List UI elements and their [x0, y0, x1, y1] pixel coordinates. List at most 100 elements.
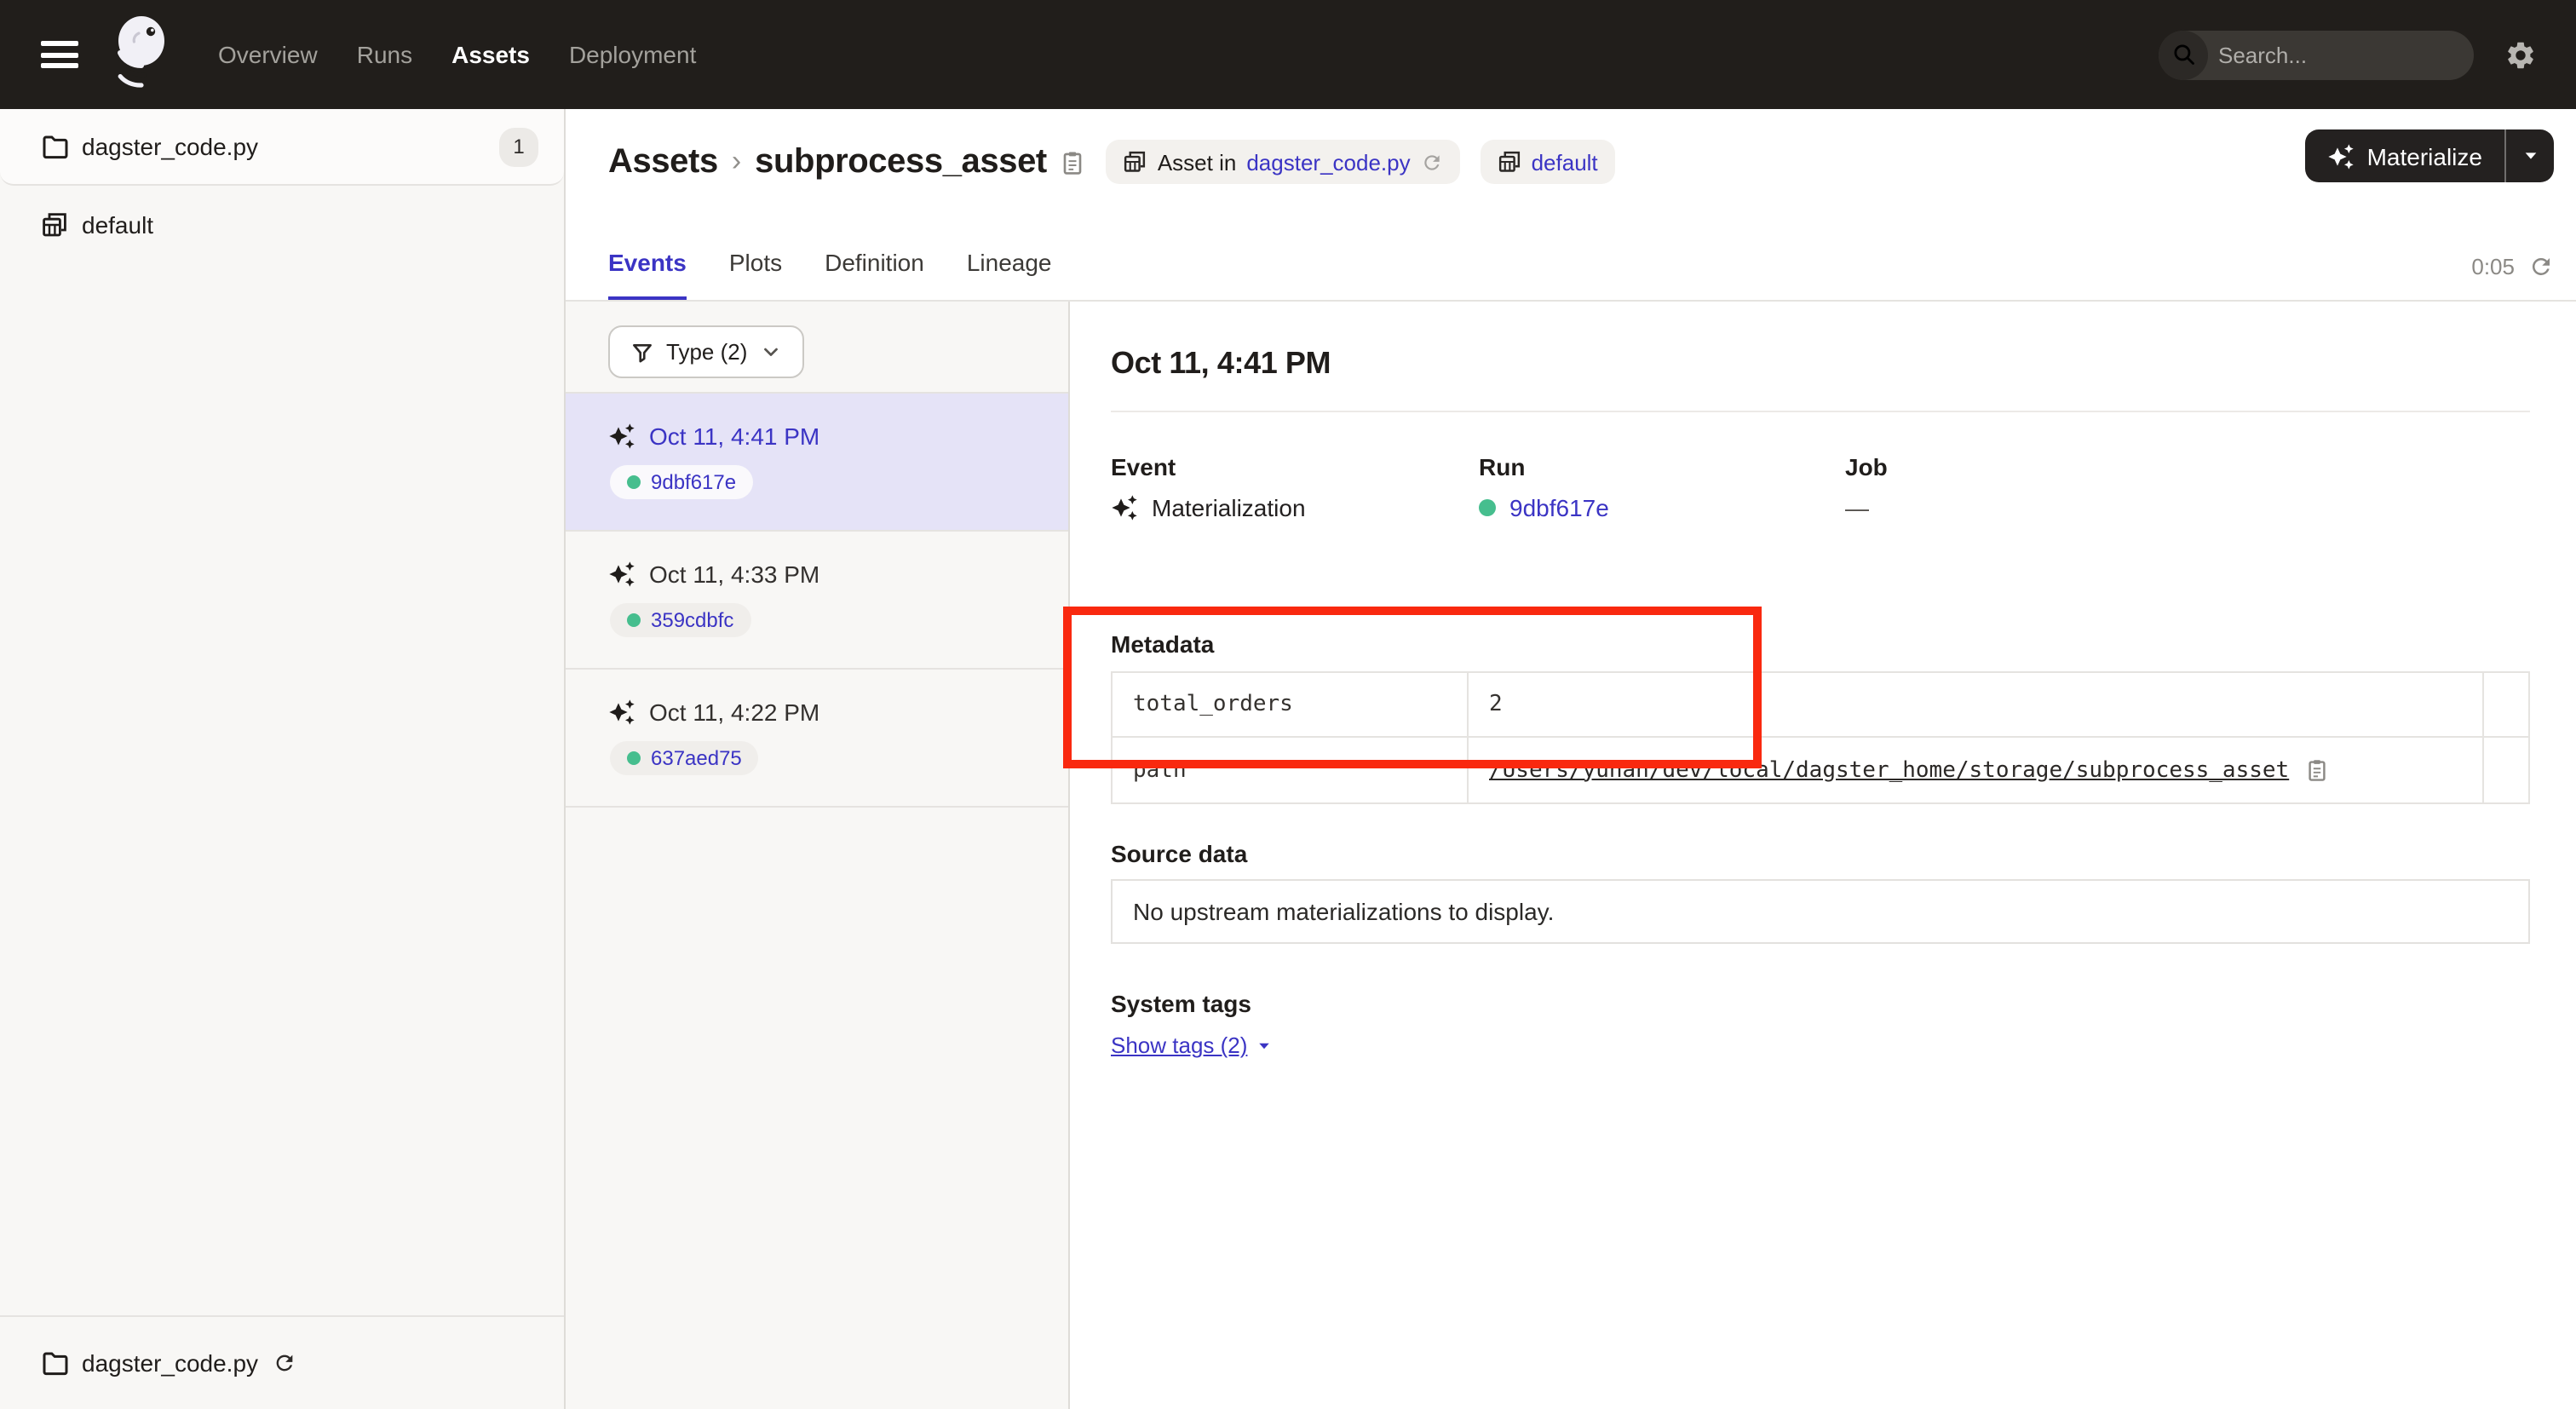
- chevron-down-icon: [759, 341, 781, 363]
- tab-definition[interactable]: Definition: [825, 249, 924, 300]
- tab-plots[interactable]: Plots: [729, 249, 782, 300]
- sidebar-default-group-label: default: [82, 211, 153, 239]
- asset-header: Assets › subprocess_asset Asset in dagst…: [566, 109, 2576, 302]
- asset-group-tag: default: [1481, 140, 1615, 184]
- nav-item-deployment[interactable]: Deployment: [569, 41, 696, 68]
- source-data-heading: Source data: [1111, 840, 2530, 867]
- type-filter-button[interactable]: Type (2): [608, 325, 803, 378]
- run-id-tag[interactable]: 9dbf617e: [610, 465, 753, 499]
- nav-links: Overview Runs Assets Deployment: [218, 41, 696, 68]
- show-tags-label: Show tags (2): [1111, 1032, 1247, 1058]
- run-status-dot: [627, 613, 641, 627]
- events-list-panel: Type (2) Oct 11, 4:41 PM 9dbf617e: [566, 302, 1070, 1409]
- page-title-asset-name: subprocess_asset: [755, 142, 1047, 181]
- tab-events[interactable]: Events: [608, 249, 687, 300]
- group-default-link[interactable]: default: [1532, 149, 1598, 175]
- materialization-sparkle-icon: [608, 699, 635, 726]
- breadcrumb: Assets › subprocess_asset Asset in dagst…: [608, 135, 1615, 189]
- event-list-item-1[interactable]: Oct 11, 4:41 PM 9dbf617e: [566, 394, 1068, 532]
- event-list-item-3[interactable]: Oct 11, 4:22 PM 637aed75: [566, 670, 1068, 808]
- source-data-empty-message: No upstream materializations to display.: [1133, 898, 1554, 925]
- events-filter-bar: Type (2): [566, 302, 1068, 394]
- metadata-action-cell: [2484, 673, 2528, 738]
- event-list-item-2[interactable]: Oct 11, 4:33 PM 359cdbfc: [566, 532, 1068, 670]
- run-id-tag[interactable]: 637aed75: [610, 741, 759, 775]
- sidebar-code-location-label: dagster_code.py: [82, 133, 258, 160]
- dagster-logo[interactable]: [102, 10, 177, 99]
- run-id-label: 9dbf617e: [651, 470, 736, 494]
- sparkle-icon: [2328, 142, 2355, 170]
- run-status-dot: [1479, 499, 1496, 516]
- show-tags-toggle[interactable]: Show tags (2): [1111, 1032, 1273, 1058]
- repo-grid-icon: [1124, 150, 1147, 174]
- tab-lineage[interactable]: Lineage: [967, 249, 1052, 300]
- materialize-label: Materialize: [2367, 142, 2482, 170]
- metadata-key-cell: total_orders: [1113, 673, 1469, 738]
- run-status-dot: [627, 475, 641, 489]
- search-input[interactable]: [2208, 42, 2474, 67]
- event-timestamp: Oct 11, 4:22 PM: [649, 699, 819, 726]
- refresh-countdown: 0:05: [2471, 254, 2515, 279]
- system-tags-heading: System tags: [1111, 990, 2530, 1017]
- folder-icon: [41, 1349, 68, 1377]
- nav-item-assets[interactable]: Assets: [451, 41, 530, 68]
- run-id-label: 637aed75: [651, 746, 742, 770]
- reload-code-location-icon[interactable]: [272, 1351, 296, 1375]
- divider: [1111, 411, 2530, 412]
- copy-asset-name-icon[interactable]: [1061, 149, 1086, 175]
- copy-path-icon[interactable]: [2304, 758, 2328, 782]
- metadata-value-cell: /Users/yuhan/dev/local/dagster_home/stor…: [1469, 738, 2484, 802]
- materialization-sparkle-icon: [608, 561, 635, 588]
- settings-gear-icon[interactable]: [2504, 38, 2537, 71]
- caret-down-icon: [1256, 1037, 1273, 1054]
- sidebar-item-default-group[interactable]: default: [0, 191, 564, 259]
- storage-path-link[interactable]: /Users/yuhan/dev/local/dagster_home/stor…: [1489, 757, 2289, 783]
- metadata-value-cell: 2: [1469, 673, 2484, 738]
- source-data-empty-state: No upstream materializations to display.: [1111, 879, 2530, 944]
- reload-location-icon[interactable]: [1421, 151, 1443, 173]
- event-timestamp: Oct 11, 4:41 PM: [649, 423, 819, 450]
- event-type-value: Materialization: [1152, 494, 1306, 521]
- materialize-button[interactable]: Materialize: [2306, 129, 2504, 182]
- repo-grid-icon: [1498, 150, 1521, 174]
- materialize-split-button: Materialize: [2306, 129, 2554, 182]
- refresh-icon[interactable]: [2528, 254, 2554, 279]
- breadcrumb-assets-link[interactable]: Assets: [608, 142, 718, 181]
- asset-location-tag: Asset in dagster_code.py: [1107, 140, 1460, 184]
- job-column-label: Job: [1845, 453, 2530, 480]
- asset-tabs: Events Plots Definition Lineage: [608, 249, 1052, 300]
- dagster-asset-page: Overview Runs Assets Deployment / dagste…: [0, 0, 2576, 1409]
- filter-funnel-icon: [630, 340, 654, 364]
- hamburger-menu-icon[interactable]: [41, 41, 78, 68]
- metadata-table: total_orders 2 path /Users/yuhan/dev/loc…: [1111, 671, 2530, 804]
- materialization-sparkle-icon: [1111, 494, 1138, 521]
- dagster-octopus-icon: [104, 12, 175, 97]
- asset-location-prefix: Asset in: [1158, 149, 1237, 175]
- run-status-dot: [627, 751, 641, 765]
- event-column-label: Event: [1111, 453, 1479, 480]
- search-icon: [2159, 30, 2208, 79]
- code-location-link[interactable]: dagster_code.py: [1246, 149, 1410, 175]
- sidebar-footer-code-location: dagster_code.py: [0, 1315, 564, 1409]
- nav-item-overview[interactable]: Overview: [218, 41, 318, 68]
- event-detail-panel: Oct 11, 4:41 PM Event Run Job Materializ…: [1070, 302, 2576, 1409]
- event-timestamp: Oct 11, 4:33 PM: [649, 561, 819, 588]
- repo-grid-icon: [41, 211, 68, 239]
- nav-item-runs[interactable]: Runs: [357, 41, 412, 68]
- asset-count-badge: 1: [499, 127, 538, 166]
- search-box[interactable]: /: [2159, 30, 2474, 79]
- event-detail-title: Oct 11, 4:41 PM: [1111, 346, 2530, 382]
- run-id-tag[interactable]: 359cdbfc: [610, 603, 750, 637]
- top-nav: Overview Runs Assets Deployment /: [0, 0, 2576, 109]
- footer-code-location-label: dagster_code.py: [82, 1349, 258, 1377]
- breadcrumb-separator: ›: [732, 145, 741, 179]
- metadata-action-cell: [2484, 738, 2528, 802]
- materialize-dropdown-button[interactable]: [2504, 129, 2554, 182]
- metadata-key-cell: path: [1113, 738, 1469, 802]
- run-column-label: Run: [1479, 453, 1845, 480]
- type-filter-label: Type (2): [666, 339, 747, 365]
- sidebar-item-code-location[interactable]: dagster_code.py 1: [0, 109, 564, 186]
- run-id-link[interactable]: 9dbf617e: [1509, 494, 1609, 521]
- refresh-timer: 0:05: [2471, 254, 2554, 279]
- job-value: —: [1845, 494, 2530, 521]
